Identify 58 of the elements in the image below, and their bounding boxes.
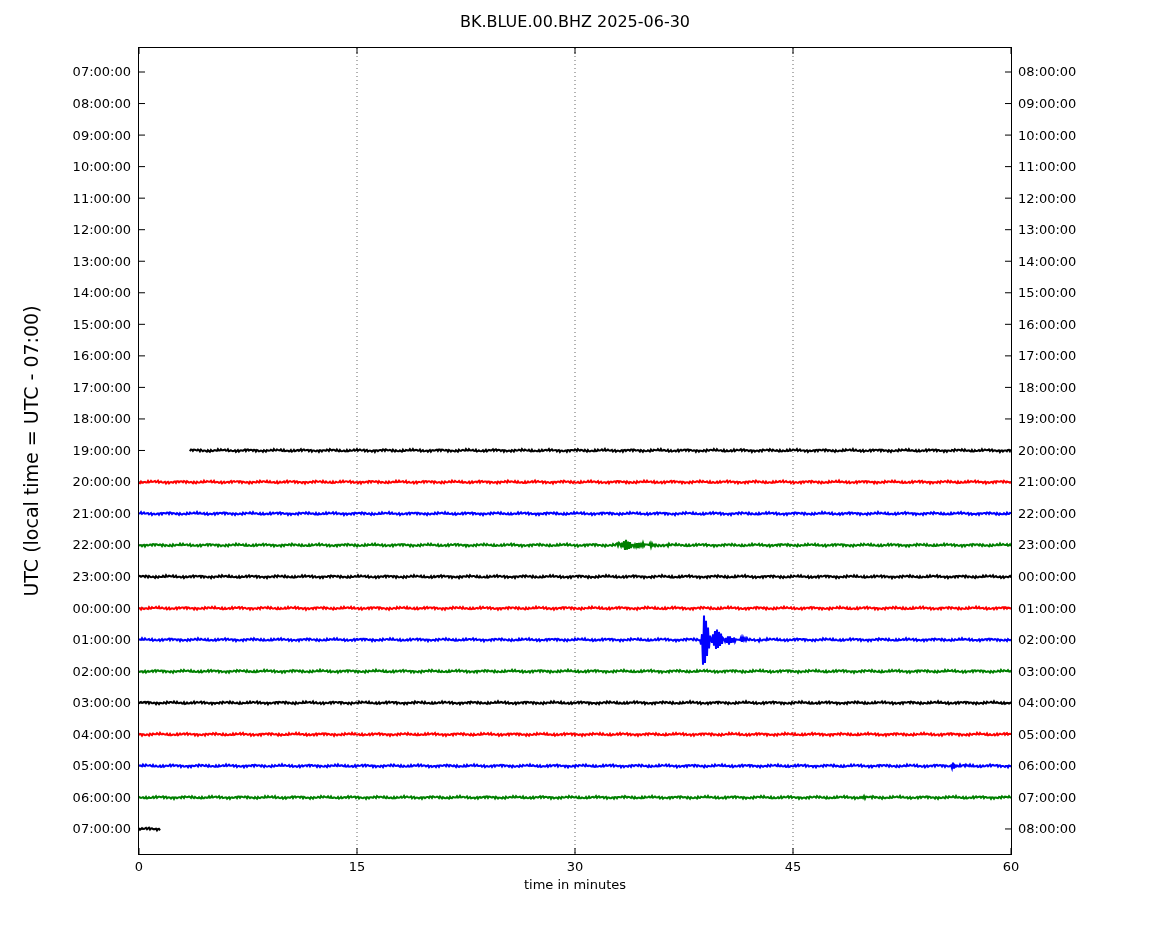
utc-time-label: 08:00:00 [72, 95, 131, 113]
utc-time-label: 21:00:00 [72, 504, 131, 523]
utc-time-label: 23:00:00 [72, 568, 131, 586]
local-time-label: 03:00:00 [1018, 662, 1077, 681]
local-time-label: 10:00:00 [1018, 126, 1077, 145]
x-tick-label: 45 [784, 859, 802, 874]
utc-time-label: 12:00:00 [72, 221, 131, 240]
local-time-label: 12:00:00 [1018, 189, 1077, 208]
local-time-label: 08:00:00 [1018, 63, 1077, 82]
local-time-label: 07:00:00 [1018, 788, 1077, 807]
utc-time-label: 07:00:00 [72, 820, 131, 839]
x-tick-label: 15 [348, 859, 366, 874]
utc-time-label: 09:00:00 [72, 126, 131, 145]
local-time-label: 19:00:00 [1018, 410, 1077, 429]
utc-time-label: 20:00:00 [72, 473, 131, 492]
utc-time-label: 03:00:00 [72, 694, 131, 713]
local-time-label: 11:00:00 [1018, 158, 1077, 177]
utc-time-label: 19:00:00 [72, 441, 131, 460]
local-time-label: 13:00:00 [1018, 221, 1077, 240]
utc-time-label: 16:00:00 [72, 347, 131, 366]
local-time-label: 08:00:00 [1018, 820, 1077, 839]
utc-time-label: 01:00:00 [72, 631, 131, 650]
utc-time-label: 07:00:00 [72, 63, 131, 82]
local-time-label: 20:00:00 [1018, 441, 1077, 460]
local-time-label: 06:00:00 [1018, 757, 1077, 776]
utc-time-label: 11:00:00 [72, 189, 131, 208]
utc-time-label: 18:00:00 [72, 410, 131, 429]
local-time-label: 21:00:00 [1018, 473, 1077, 492]
y-axis-label: UTC (local time = UTC - 07:00) [20, 305, 42, 597]
local-time-label: 02:00:00 [1018, 631, 1077, 650]
utc-time-label: 15:00:00 [72, 315, 131, 334]
local-time-label: 15:00:00 [1018, 284, 1077, 303]
local-time-label: 05:00:00 [1018, 725, 1077, 744]
local-time-label: 01:00:00 [1018, 599, 1077, 618]
local-time-label: 09:00:00 [1018, 95, 1077, 113]
local-time-label: 22:00:00 [1018, 504, 1077, 523]
x-axis-label: time in minutes [523, 877, 627, 892]
local-time-label: 23:00:00 [1018, 536, 1077, 555]
local-time-label: 04:00:00 [1018, 694, 1077, 713]
utc-time-label: 00:00:00 [72, 599, 131, 618]
utc-time-label: 14:00:00 [72, 284, 131, 303]
utc-time-label: 02:00:00 [72, 662, 131, 681]
x-tick-label: 0 [134, 859, 144, 874]
local-time-label: 00:00:00 [1018, 568, 1077, 586]
utc-time-label: 06:00:00 [72, 788, 131, 807]
utc-time-label: 10:00:00 [72, 158, 131, 177]
local-time-label: 18:00:00 [1018, 378, 1077, 397]
x-tick-label: 30 [566, 859, 584, 874]
utc-time-label: 13:00:00 [72, 252, 131, 271]
x-tick-label: 60 [1002, 859, 1020, 874]
local-time-label: 14:00:00 [1018, 252, 1077, 271]
chart-title: BK.BLUE.00.BHZ 2025-06-30 [458, 12, 691, 33]
utc-time-label: 22:00:00 [72, 536, 131, 555]
utc-time-label: 04:00:00 [72, 725, 131, 744]
utc-time-label: 05:00:00 [72, 757, 131, 776]
local-time-label: 16:00:00 [1018, 315, 1077, 334]
local-time-label: 17:00:00 [1018, 347, 1077, 366]
utc-time-label: 17:00:00 [72, 378, 131, 397]
